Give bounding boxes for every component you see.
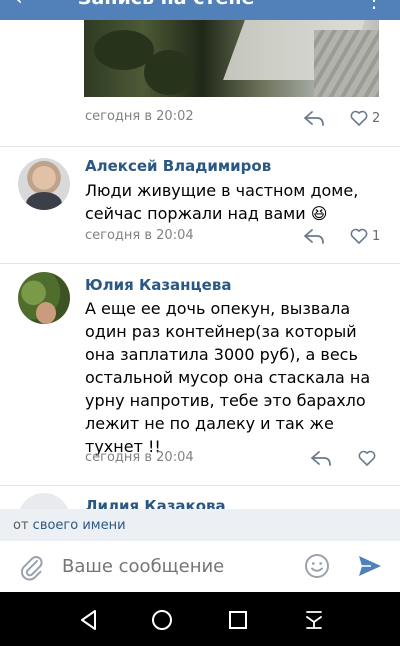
send-as-link[interactable]: своего имени xyxy=(33,518,126,533)
android-nav-bar xyxy=(0,592,400,646)
reply-icon[interactable] xyxy=(303,227,325,245)
like-count: 1 xyxy=(372,228,381,244)
more-vertical-icon[interactable]: ⋮ xyxy=(364,0,384,12)
comment-text: Люди живущие в частном доме, сейчас порж… xyxy=(85,181,359,223)
send-as-bar: от своего имени xyxy=(0,509,400,541)
comments-feed[interactable]: сегодня в 20:02 2 Алексей Владимиров Люд… xyxy=(0,20,400,509)
page-title: Запись на стене xyxy=(78,0,254,9)
comment-photo[interactable] xyxy=(84,20,379,97)
nav-recents-icon[interactable] xyxy=(226,608,250,632)
like-count: 2 xyxy=(372,110,381,126)
heart-icon xyxy=(358,450,376,466)
message-input[interactable] xyxy=(62,556,282,577)
send-icon[interactable] xyxy=(357,554,383,578)
send-as-prefix: от xyxy=(13,518,33,533)
heart-icon xyxy=(350,110,368,126)
comment-author[interactable]: Юлия Казанцева xyxy=(85,276,231,294)
comment-time: сегодня в 20:04 xyxy=(85,228,194,243)
comment-author[interactable]: Лилия Казакова xyxy=(85,497,226,509)
reply-icon[interactable] xyxy=(310,449,332,467)
comment-time: сегодня в 20:02 xyxy=(85,109,194,124)
avatar[interactable] xyxy=(18,158,70,210)
like-button[interactable] xyxy=(358,449,380,467)
like-button[interactable]: 1 xyxy=(350,227,380,245)
message-composer xyxy=(0,541,400,592)
nav-menu-icon[interactable] xyxy=(302,608,326,632)
heart-icon xyxy=(350,228,368,244)
comment-text: А еще ее дочь опекун, вызвала один раз к… xyxy=(85,299,371,456)
nav-back-icon[interactable] xyxy=(77,608,101,632)
like-button[interactable]: 2 xyxy=(350,109,380,127)
divider xyxy=(0,146,400,147)
divider xyxy=(0,263,400,264)
nav-home-icon[interactable] xyxy=(150,608,174,632)
reply-icon[interactable] xyxy=(303,109,325,127)
arrow-back-icon[interactable]: ‹ xyxy=(14,0,23,11)
avatar[interactable] xyxy=(18,493,70,509)
avatar[interactable] xyxy=(18,272,70,324)
divider xyxy=(0,485,400,486)
comment-time: сегодня в 20:04 xyxy=(85,450,194,465)
emoji-icon[interactable] xyxy=(304,553,330,579)
comment-author[interactable]: Алексей Владимиров xyxy=(85,157,271,175)
paperclip-icon[interactable] xyxy=(18,553,44,581)
app-header: ‹ Запись на стене ⋮ xyxy=(0,0,400,20)
